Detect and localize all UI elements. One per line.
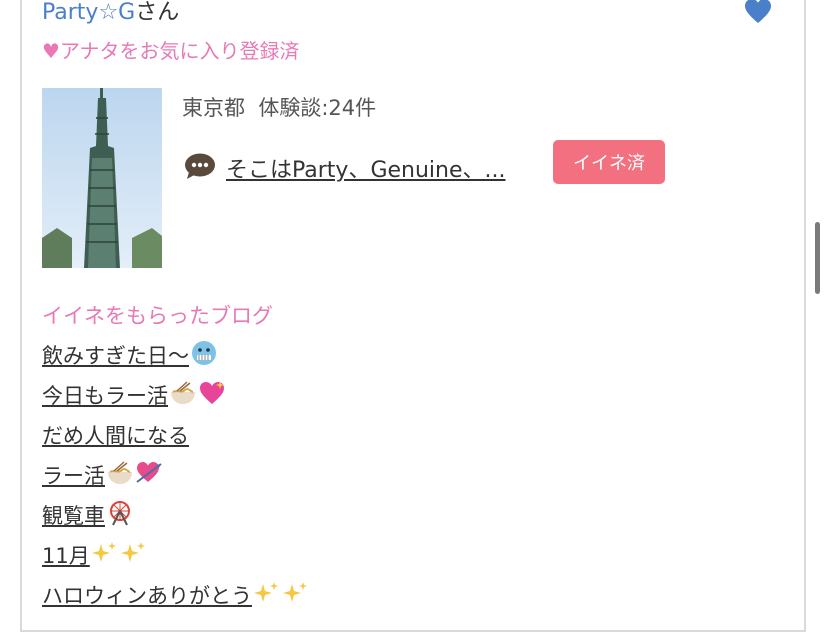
heart-arrow-icon xyxy=(136,462,162,483)
blog-title[interactable]: ラー活 xyxy=(42,464,105,488)
scrollbar-thumb[interactable] xyxy=(815,222,820,294)
speech-bubble-icon xyxy=(185,153,215,179)
review-preview-link[interactable]: そこはParty、Genuine、... xyxy=(226,152,506,184)
cold-face-icon xyxy=(192,341,216,365)
ramen-icon xyxy=(171,381,195,404)
profile-name[interactable]: Party☆Gさん xyxy=(42,0,179,26)
sparkles-icon xyxy=(120,542,145,562)
blog-link[interactable]: ハロウィンありがとう xyxy=(42,582,310,608)
like-button[interactable]: イイネ済 xyxy=(553,140,665,184)
sparkles-icon xyxy=(283,582,307,602)
liked-blog-list: 飲みすぎた日〜 今日もラー活 だめ人間になる ラー活 観覧車 11月 ハロウィン… xyxy=(42,338,310,618)
blog-title[interactable]: だめ人間になる xyxy=(42,424,189,448)
blog-title[interactable]: 飲みすぎた日〜 xyxy=(42,344,189,368)
list-item: だめ人間になる xyxy=(42,418,310,458)
blog-link[interactable]: 11月 xyxy=(42,542,148,568)
list-item: 観覧車 xyxy=(42,498,310,538)
sparkling-heart-icon xyxy=(200,381,224,404)
list-item: ラー活 xyxy=(42,458,310,498)
sparkles-icon xyxy=(91,542,116,562)
blog-title[interactable]: ハロウィンありがとう xyxy=(42,584,252,608)
review-count: 体験談:24件 xyxy=(258,96,377,120)
blog-link[interactable]: 観覧車 xyxy=(42,501,134,528)
blog-title[interactable]: 観覧車 xyxy=(42,504,105,528)
favorite-status: ♥アナタをお気に入り登録済 xyxy=(42,39,300,63)
blog-title[interactable]: 11月 xyxy=(42,544,90,568)
blog-link[interactable]: 今日もラー活 xyxy=(42,381,226,408)
liked-blogs-title: イイネをもらったブログ xyxy=(42,304,273,328)
list-item: 11月 xyxy=(42,538,310,578)
blog-link[interactable]: だめ人間になる xyxy=(42,424,189,448)
blog-link[interactable]: ラー活 xyxy=(42,461,163,488)
list-item: 飲みすぎた日〜 xyxy=(42,338,310,378)
ramen-icon xyxy=(108,461,132,484)
heart-icon[interactable] xyxy=(744,0,772,26)
list-item: 今日もラー活 xyxy=(42,378,310,418)
profile-meta: 東京都 体験談:24件 xyxy=(182,92,376,122)
list-item: ハロウィンありがとう xyxy=(42,578,310,618)
profile-name-text[interactable]: Party☆G xyxy=(42,0,135,25)
profile-photo[interactable] xyxy=(42,88,162,268)
ferris-wheel-icon xyxy=(110,501,130,526)
blog-title[interactable]: 今日もラー活 xyxy=(42,384,168,408)
sparkles-icon xyxy=(254,582,278,602)
blog-link[interactable]: 飲みすぎた日〜 xyxy=(42,341,218,368)
honorific: さん xyxy=(135,0,180,25)
location: 東京都 xyxy=(182,96,245,120)
